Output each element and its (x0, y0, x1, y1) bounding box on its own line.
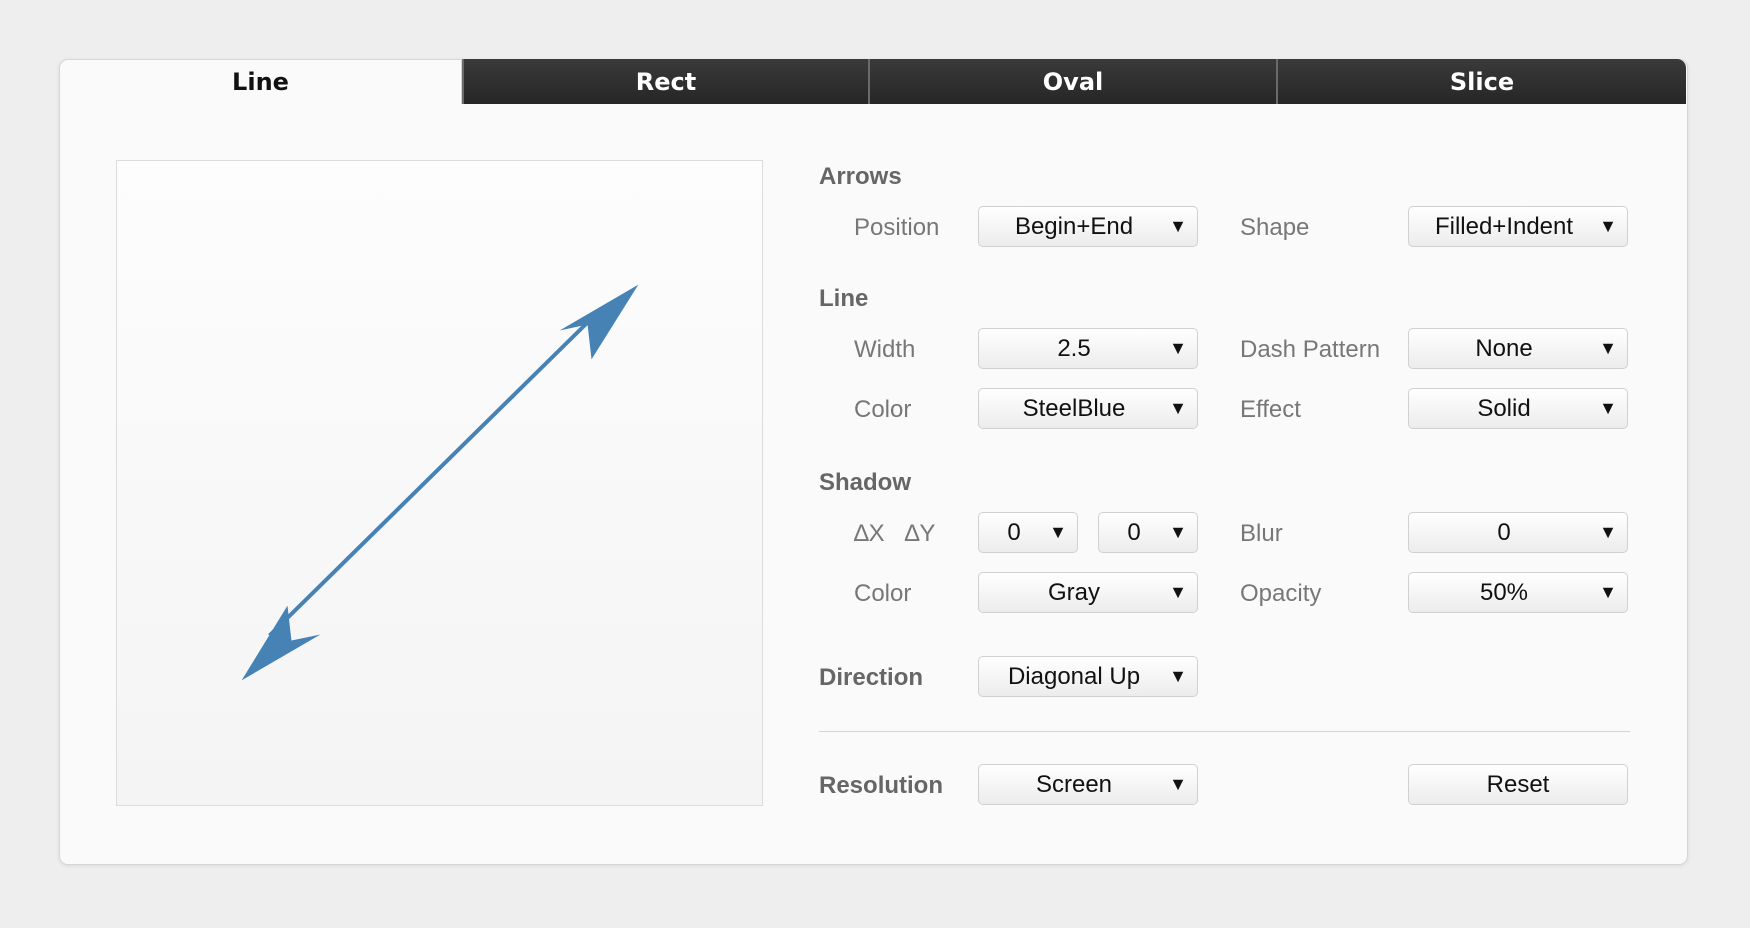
chevron-down-icon: ▼ (1049, 522, 1067, 542)
shadow-opacity-label: Opacity (1240, 580, 1322, 607)
shadow-color-select[interactable]: Gray ▼ (978, 572, 1198, 613)
line-color-value: SteelBlue (1022, 394, 1126, 422)
shadow-dx-select[interactable]: 0 ▼ (978, 512, 1078, 553)
direction-select[interactable]: Diagonal Up ▼ (978, 656, 1198, 697)
chevron-down-icon: ▼ (1169, 398, 1187, 418)
preview-line (268, 319, 591, 637)
chevron-down-icon: ▼ (1169, 338, 1187, 358)
line-preview (116, 160, 763, 806)
line-width-select[interactable]: 2.5 ▼ (978, 328, 1198, 369)
line-width-label: Width (854, 336, 916, 363)
arrow-position-select[interactable]: Begin+End ▼ (978, 206, 1198, 247)
shadow-color-label: Color (854, 580, 912, 607)
chevron-down-icon: ▼ (1169, 582, 1187, 602)
shadow-color-value: Gray (1047, 578, 1100, 606)
shadow-opacity-select[interactable]: 50% ▼ (1408, 572, 1628, 613)
dash-pattern-select[interactable]: None ▼ (1408, 328, 1628, 369)
tab-slice[interactable]: Slice (1276, 59, 1686, 104)
shadow-blur-select[interactable]: 0 ▼ (1408, 512, 1628, 553)
line-color-label: Color (854, 396, 912, 423)
chevron-down-icon: ▼ (1599, 522, 1617, 542)
shadow-section-title: Shadow (819, 469, 912, 496)
line-effect-value: Solid (1477, 394, 1531, 422)
direction-label: Direction (819, 664, 924, 691)
tab-line[interactable]: Line (59, 59, 462, 104)
shadow-opacity-value: 50% (1479, 578, 1529, 606)
chevron-down-icon: ▼ (1169, 774, 1187, 794)
chevron-down-icon: ▼ (1599, 582, 1617, 602)
line-section-title: Line (819, 285, 869, 312)
shadow-dy-select[interactable]: 0 ▼ (1098, 512, 1198, 553)
divider (819, 731, 1630, 732)
line-color-select[interactable]: SteelBlue ▼ (978, 388, 1198, 429)
dash-pattern-value: None (1475, 334, 1533, 362)
chevron-down-icon: ▼ (1169, 666, 1187, 686)
reset-button[interactable]: Reset (1408, 764, 1628, 805)
shadow-dy-value: 0 (1127, 518, 1141, 546)
chevron-down-icon: ▼ (1599, 398, 1617, 418)
shadow-offset-label: ∆X ∆Y (854, 520, 936, 547)
arrowhead-begin (241, 605, 321, 681)
tab-oval[interactable]: Oval (868, 59, 1276, 104)
arrow-shape-select[interactable]: Filled+Indent ▼ (1408, 206, 1628, 247)
arrows-section-title: Arrows (819, 163, 902, 190)
arrow-shape-value: Filled+Indent (1434, 212, 1574, 240)
resolution-label: Resolution (819, 772, 943, 799)
arrow-position-label: Position (854, 214, 940, 241)
preview-canvas (241, 284, 639, 681)
chevron-down-icon: ▼ (1599, 216, 1617, 236)
line-effect-label: Effect (1240, 396, 1301, 423)
resolution-value: Screen (1035, 770, 1113, 798)
shadow-dx-value: 0 (1007, 518, 1021, 546)
tab-rect[interactable]: Rect (462, 59, 868, 104)
direction-value: Diagonal Up (1007, 662, 1141, 690)
dash-pattern-label: Dash Pattern (1240, 336, 1381, 363)
resolution-select[interactable]: Screen ▼ (978, 764, 1198, 805)
arrowhead-end (559, 284, 639, 360)
chevron-down-icon: ▼ (1599, 338, 1617, 358)
chevron-down-icon: ▼ (1169, 522, 1187, 542)
line-width-value: 2.5 (1057, 334, 1091, 362)
shadow-blur-label: Blur (1240, 520, 1283, 547)
arrow-shape-label: Shape (1240, 214, 1310, 241)
arrow-position-value: Begin+End (1014, 212, 1134, 240)
chevron-down-icon: ▼ (1169, 216, 1187, 236)
line-effect-select[interactable]: Solid ▼ (1408, 388, 1628, 429)
shadow-blur-value: 0 (1497, 518, 1511, 546)
